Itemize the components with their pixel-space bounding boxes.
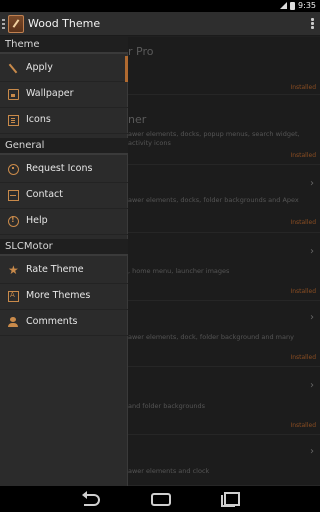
card-action-icon[interactable]: › [310,246,314,257]
battery-icon [290,1,296,10]
brush-icon [8,63,19,74]
drawer-item-label: Help [26,215,48,226]
drawer-item-label: Icons [26,114,51,125]
drawer-item-label: Apply [26,62,53,73]
drawer-item-wallpaper[interactable]: Wallpaper [0,82,128,108]
list-item[interactable]: r Pro Installed [128,37,320,95]
card-status: Installed [290,84,316,91]
app-title: Wood Theme [28,17,101,30]
card-title: ner [128,113,147,126]
drawer-item-more-themes[interactable]: More Themes [0,284,128,310]
card-action-icon[interactable]: › [310,178,314,189]
main-content: r Pro Installed ner awer elements, docks… [128,37,320,486]
section-header-general: General [0,138,128,155]
section-title: SLCMotor [5,241,53,252]
wallpaper-icon [8,89,19,100]
back-icon[interactable] [82,491,102,507]
overflow-menu-icon[interactable] [311,18,314,30]
drawer-item-label: More Themes [26,290,91,301]
drawer-item-help[interactable]: Help [0,209,128,235]
list-item[interactable]: ner awer elements, docks, popup menus, s… [128,105,320,165]
card-status: Installed [290,422,316,429]
drawer-item-label: Comments [26,316,78,327]
list-item[interactable]: › and folder backgrounds Installed [128,375,320,435]
status-bar: 9:35 [0,0,320,12]
icons-icon [8,115,19,126]
request-icons-icon [8,164,19,175]
card-title: r Pro [128,45,154,58]
section-title: General [5,140,45,151]
comments-icon [8,317,19,328]
section-header-theme: Theme [0,37,128,54]
drawer-item-comments[interactable]: Comments [0,310,128,336]
card-action-icon[interactable]: › [310,446,314,457]
card-description: awer elements, docks, popup menus, searc… [128,130,300,147]
card-status: Installed [290,219,316,226]
help-icon [8,215,19,227]
card-description: awer elements and clock [128,467,210,475]
contact-icon [8,190,19,201]
list-item[interactable]: › awer elements and clock [128,441,320,486]
more-themes-icon [8,291,19,302]
action-bar: Wood Theme [0,12,320,36]
card-description: awer elements, docks, folder backgrounds… [128,196,299,204]
drawer-item-label: Rate Theme [26,264,84,275]
drawer-item-label: Wallpaper [26,88,74,99]
section-header-slcmotor: SLCMotor [0,239,128,256]
section-title: Theme [5,39,40,50]
drawer-item-contact[interactable]: Contact [0,183,128,209]
signal-icon [280,2,288,9]
card-action-icon[interactable]: › [310,380,314,391]
card-status: Installed [290,152,316,159]
app-logo-icon[interactable] [8,15,24,33]
drawer-item-request-icons[interactable]: Request Icons [0,157,128,183]
card-description: , home menu, launcher images [128,267,230,275]
drawer-item-rate-theme[interactable]: ★ Rate Theme [0,258,128,284]
status-icons: 9:35 [280,1,316,10]
navigation-drawer: Theme Apply Wallpaper Icons General Requ… [0,37,128,486]
card-description: and folder backgrounds [128,402,206,410]
status-time: 9:35 [298,1,316,10]
screen: 9:35 Wood Theme r Pro Installed ner awer… [0,0,320,512]
drawer-item-label: Contact [26,189,63,200]
home-icon[interactable] [150,491,171,507]
card-status: Installed [290,354,316,361]
card-description: awer elements, dock, folder background a… [128,333,294,341]
system-nav-bar [0,486,320,512]
list-item[interactable]: › awer elements, docks, folder backgroun… [128,173,320,233]
recents-icon[interactable] [220,491,240,507]
drawer-item-apply[interactable]: Apply [0,56,128,82]
drawer-item-icons[interactable]: Icons [0,108,128,134]
card-action-icon[interactable]: › [310,312,314,323]
drawer-toggle-icon[interactable] [2,19,5,29]
list-item[interactable]: › , home menu, launcher images Installed [128,241,320,301]
list-item[interactable]: › awer elements, dock, folder background… [128,307,320,367]
card-status: Installed [290,288,316,295]
drawer-item-label: Request Icons [26,163,93,174]
star-icon: ★ [8,263,19,277]
